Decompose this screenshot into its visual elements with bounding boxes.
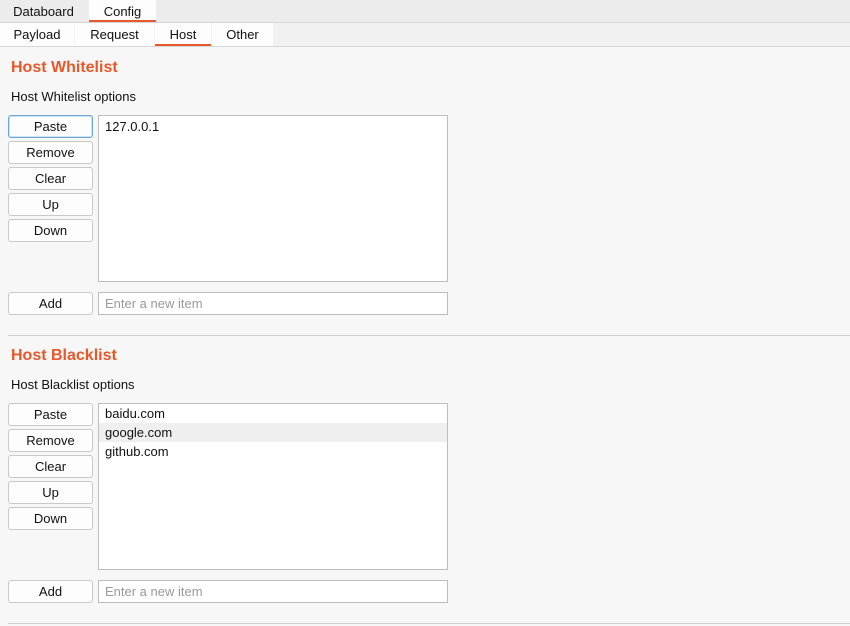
blacklist-up-button[interactable]: Up [8, 481, 93, 504]
tab-other[interactable]: Other [212, 23, 273, 46]
whitelist-subtitle: Host Whitelist options [11, 89, 136, 104]
section-divider [8, 335, 850, 336]
whitelist-down-button[interactable]: Down [8, 219, 93, 242]
whitelist-title: Host Whitelist [11, 59, 118, 76]
whitelist-new-item-input[interactable] [98, 292, 448, 315]
blacklist-add-button[interactable]: Add [8, 580, 93, 603]
blacklist-remove-button[interactable]: Remove [8, 429, 93, 452]
blacklist-list[interactable]: baidu.com google.com github.com [98, 403, 448, 570]
blacklist-down-button[interactable]: Down [8, 507, 93, 530]
list-item[interactable]: baidu.com [99, 404, 447, 423]
tab-databoard[interactable]: Databoard [0, 0, 87, 22]
list-item[interactable]: google.com [99, 423, 447, 442]
whitelist-remove-button[interactable]: Remove [8, 141, 93, 164]
whitelist-paste-button[interactable]: Paste [8, 115, 93, 138]
tab-host[interactable]: Host [155, 23, 211, 46]
config-tab-bar: Payload Request Host Other [0, 23, 850, 47]
whitelist-add-button[interactable]: Add [8, 292, 93, 315]
tab-payload[interactable]: Payload [0, 23, 74, 46]
tab-config[interactable]: Config [89, 0, 156, 22]
blacklist-title: Host Blacklist [11, 347, 117, 364]
blacklist-paste-button[interactable]: Paste [8, 403, 93, 426]
whitelist-up-button[interactable]: Up [8, 193, 93, 216]
section-divider [8, 623, 850, 624]
tab-request[interactable]: Request [75, 23, 154, 46]
list-item[interactable]: 127.0.0.1 [99, 117, 447, 136]
blacklist-clear-button[interactable]: Clear [8, 455, 93, 478]
whitelist-list[interactable]: 127.0.0.1 [98, 115, 448, 282]
list-item[interactable]: github.com [99, 442, 447, 461]
blacklist-subtitle: Host Blacklist options [11, 377, 135, 392]
main-tab-bar: Databoard Config [0, 0, 850, 23]
whitelist-clear-button[interactable]: Clear [8, 167, 93, 190]
blacklist-new-item-input[interactable] [98, 580, 448, 603]
